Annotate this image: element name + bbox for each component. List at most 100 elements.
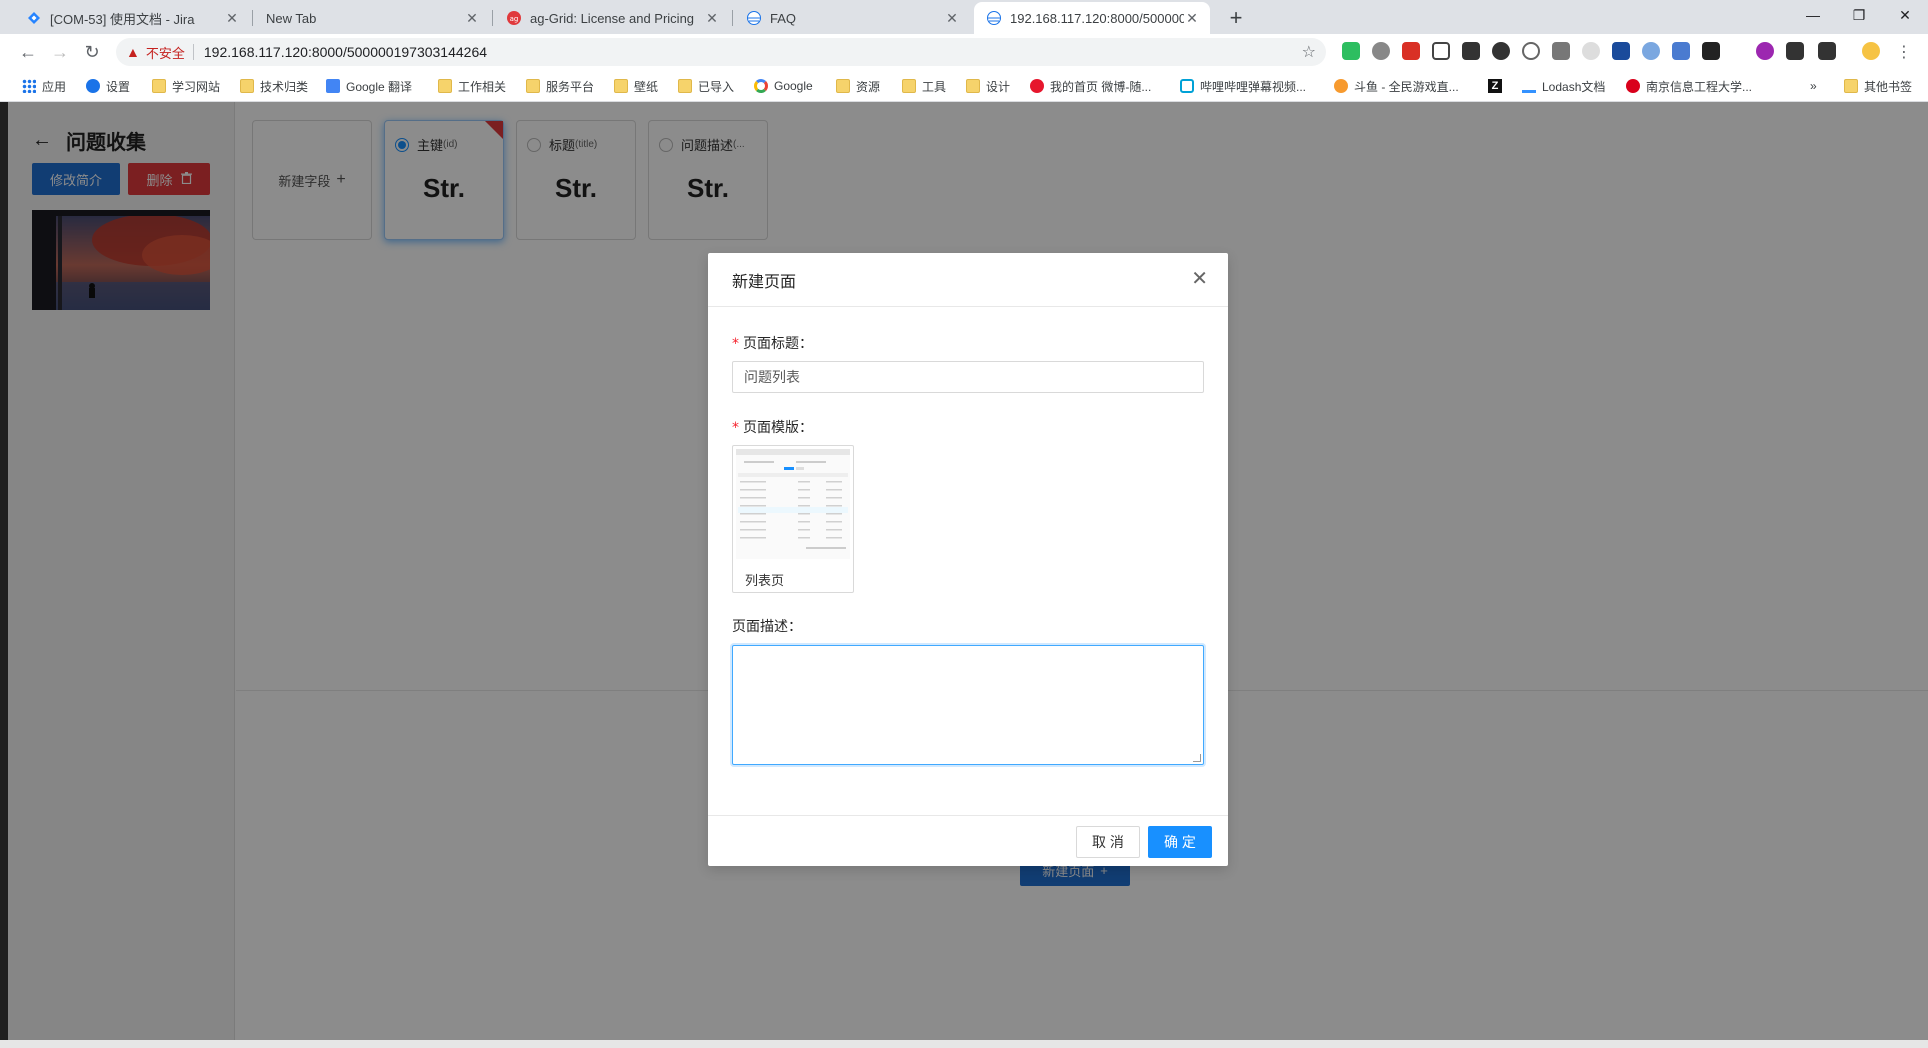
close-window-icon[interactable]: ✕ [1882,0,1928,30]
tab-title: FAQ [770,10,797,26]
warning-icon[interactable]: ▲ [126,44,140,60]
bookmark-bilibili[interactable]: 哔哩哔哩弹幕视频... [1180,76,1306,96]
extension-icon[interactable] [1402,42,1420,60]
url-text[interactable]: 192.168.117.120:8000/500000197303144264 [204,44,487,60]
resize-handle[interactable] [1193,754,1201,762]
bookmark-zhihu[interactable]: Z [1488,76,1508,96]
required-mark: * [732,420,739,436]
extension-icon[interactable] [1702,42,1720,60]
tab-ag-grid[interactable]: ag ag-Grid: License and Pricing ✕ [494,2,730,34]
bookmark-weibo[interactable]: 我的首页 微博-随... [1030,76,1151,96]
lodash-icon [1522,79,1536,93]
page-title-input[interactable]: 问题列表 [732,361,1204,393]
folder-icon [1844,79,1858,93]
folder-icon [614,79,628,93]
dialog-title: 新建页面 [732,273,797,291]
tab-jira[interactable]: [COM-53] 使用文档 - Jira ✕ [14,2,250,34]
close-tab-icon[interactable]: ✕ [464,10,480,27]
extension-icon[interactable] [1372,42,1390,60]
bookmark-google[interactable]: Google [754,76,813,96]
bookmark-folder[interactable]: 壁纸 [614,76,658,96]
nuist-icon [1626,79,1640,93]
browser-toolbar: ← → ↻ ▲ 不安全 192.168.117.120:8000/5000001… [0,34,1928,70]
star-icon[interactable]: ☆ [1302,42,1316,62]
required-mark: * [732,336,739,352]
bookmark-folder[interactable]: 服务平台 [526,76,594,96]
bookmark-douyu[interactable]: 斗鱼 - 全民游戏直... [1334,76,1459,96]
new-page-dialog: 新建页面 ✕ * 页面标题： 问题列表 * 页面模版： 列表页 页面描述： 取 … [708,253,1228,866]
eyedropper-extension-icon[interactable] [1552,42,1570,60]
gear-icon [86,79,100,93]
bookmark-lodash[interactable]: Lodash文档 [1522,76,1605,96]
extension-icon[interactable] [1756,42,1774,60]
close-tab-icon[interactable]: ✕ [224,10,240,27]
template-name: 列表页 [745,573,785,588]
address-bar[interactable]: ▲ 不安全 192.168.117.120:8000/5000001973031… [116,38,1326,66]
avatar[interactable] [1862,42,1880,60]
security-label[interactable]: 不安全 [146,43,185,62]
new-tab-button[interactable]: + [1222,4,1250,32]
bookmark-apps[interactable]: 应用 [22,76,66,96]
jira-icon [26,10,42,26]
page-description-textarea[interactable] [732,645,1204,765]
bookmarks-bar: 应用 设置 学习网站 技术归类 Google 翻译 工作相关 服务平台 壁纸 已… [0,70,1928,102]
page-template-label: * 页面模版： [732,419,813,436]
tab-title: 192.168.117.120:8000/5000001 [1010,10,1184,26]
extension-icon[interactable] [1582,42,1600,60]
evernote-extension-icon[interactable] [1342,42,1360,60]
bookmark-other[interactable]: 其他书签 [1844,76,1912,96]
bookmark-settings[interactable]: 设置 [86,76,130,96]
bookmark-google-translate[interactable]: Google 翻译 [326,76,412,96]
close-icon[interactable]: ✕ [1191,269,1208,289]
bookmark-folder[interactable]: 设计 [966,76,1010,96]
tab-new-tab[interactable]: New Tab ✕ [254,2,490,34]
tab-title: ag-Grid: License and Pricing [530,10,695,26]
cancel-button[interactable]: 取 消 [1076,826,1140,858]
svg-text:ag: ag [510,15,519,23]
extension-icon[interactable] [1786,42,1804,60]
dialog-header: 新建页面 ✕ [708,253,1228,307]
bookmark-folder[interactable]: 技术归类 [240,76,308,96]
tab-faq[interactable]: FAQ ✕ [734,2,970,34]
folder-icon [240,79,254,93]
bookmark-nuist[interactable]: 南京信息工程大学... [1626,76,1752,96]
back-arrow-icon[interactable]: ← [16,40,40,64]
globe-icon [746,10,762,26]
google-icon [754,79,768,93]
tab-title: [COM-53] 使用文档 - Jira [50,11,195,27]
folder-icon [526,79,540,93]
globe-icon [986,10,1002,26]
qr-code-extension-icon[interactable] [1462,42,1480,60]
bookmark-folder[interactable]: 工作相关 [438,76,506,96]
app-page: ← 问题收集 修改简介 删除 新建字段 + 主键 (id) Str. 标题 (t… [0,102,1928,1048]
extension-icon[interactable] [1492,42,1510,60]
folder-icon [152,79,166,93]
minimize-icon[interactable]: — [1790,0,1836,30]
tab-active-app[interactable]: 192.168.117.120:8000/5000001 ✕ [974,2,1210,34]
bookmark-folder[interactable]: 工具 [902,76,946,96]
recycle-extension-icon[interactable] [1522,42,1540,60]
template-option-list-page[interactable]: 列表页 [732,445,854,593]
bookmark-folder[interactable]: 学习网站 [152,76,220,96]
screenshot-extension-icon[interactable] [1432,42,1450,60]
tab-title: New Tab [266,10,317,26]
close-tab-icon[interactable]: ✕ [1184,10,1200,27]
close-tab-icon[interactable]: ✕ [704,10,720,27]
video-extension-icon[interactable] [1818,42,1836,60]
page-description-label: 页面描述： [732,618,802,634]
bookmark-folder[interactable]: 资源 [836,76,880,96]
close-tab-icon[interactable]: ✕ [944,10,960,27]
template-thumbnail [736,449,850,559]
bookmarks-overflow-icon[interactable]: » [1810,76,1817,96]
bookmark-folder[interactable]: 已导入 [678,76,734,96]
menu-dots-icon[interactable]: ⋮ [1892,40,1916,64]
folder-icon [678,79,692,93]
restore-icon[interactable]: ❐ [1836,0,1882,30]
page-title-label: * 页面标题： [732,335,813,352]
confirm-button[interactable]: 确 定 [1148,826,1212,858]
extension-icon[interactable] [1642,42,1660,60]
forward-arrow-icon[interactable]: → [48,40,72,64]
reload-icon[interactable]: ↻ [80,40,104,64]
extension-icon[interactable] [1612,42,1630,60]
camera-extension-icon[interactable] [1672,42,1690,60]
